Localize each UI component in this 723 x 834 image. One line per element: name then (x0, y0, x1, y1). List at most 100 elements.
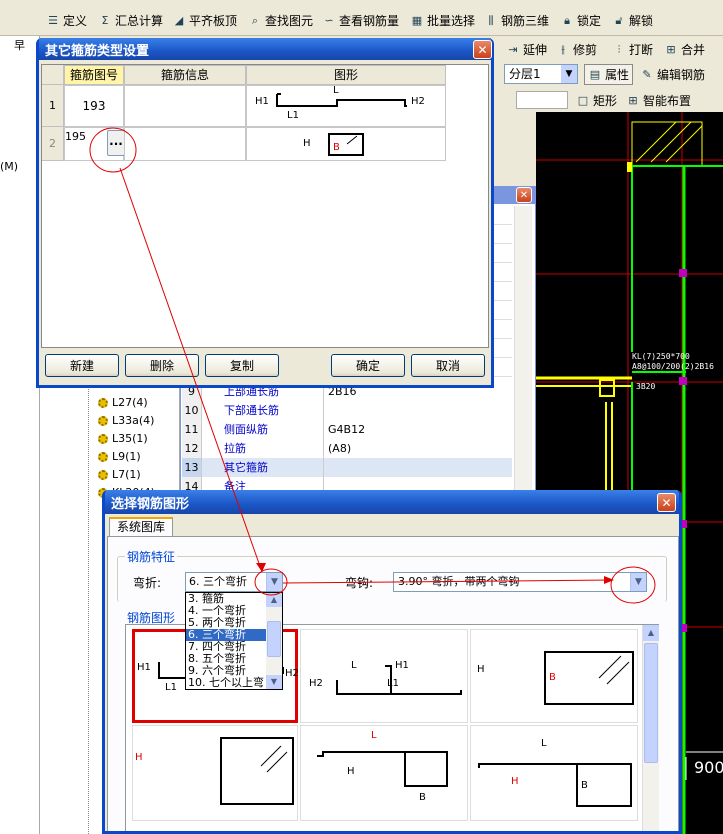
shape-195-drawing (328, 133, 364, 156)
view-rebar-qty-button[interactable]: ∽ 查看钢筋量 (322, 12, 399, 29)
tile-label-h: H (347, 766, 355, 777)
ok-button[interactable]: 确定 (331, 354, 405, 377)
shape-tile[interactable]: L H B (470, 725, 638, 821)
trim-icon: ⫲ (561, 42, 565, 56)
floor-select[interactable]: 分层1 ▼ (504, 64, 578, 84)
tree-item[interactable]: L9(1) (98, 450, 141, 463)
property-row[interactable]: 12 拉筋 (A8) (182, 439, 512, 458)
bend-options-list[interactable]: 3. 箍筋 4. 一个弯折 5. 两个弯折 6. 三个弯折 7. 四个弯折 8.… (185, 592, 283, 690)
bend-select[interactable]: 6. 三个弯折 ▼ (185, 572, 283, 592)
stirrup-info-cell[interactable] (124, 85, 246, 127)
properties-button[interactable]: ▤ 属性 (584, 64, 634, 85)
batch-select-button[interactable]: ▦ 批量选择 (410, 12, 475, 29)
find-element-button[interactable]: ⌕ 查找图元 (248, 12, 313, 29)
shape-tile[interactable]: H2 L H1 L1 (300, 629, 468, 723)
gear-icon (98, 433, 108, 444)
tile-label-h: H (511, 776, 519, 787)
rebar-3d-button[interactable]: ⫼ 钢筋三维 (484, 12, 549, 29)
tree-item[interactable]: L33a(4) (98, 414, 154, 427)
tile-label-l: L (351, 660, 357, 671)
options-scrollbar[interactable]: ▲ ▼ (266, 593, 282, 689)
scroll-down-button[interactable]: ▼ (266, 675, 282, 689)
new-button[interactable]: 新建 (45, 354, 119, 377)
shape-tile-drawing (220, 737, 294, 805)
align-icon: ◢ (174, 13, 184, 27)
tab-system-library[interactable]: 系统图库 (109, 517, 173, 537)
define-button[interactable]: ☰ 定义 (46, 12, 87, 29)
tree-item[interactable]: L35(1) (98, 432, 148, 445)
property-close-button[interactable]: ✕ (516, 187, 532, 203)
tile-label-h2: H2 (309, 678, 323, 689)
left-fragment-text: (M) (0, 160, 19, 173)
bend-label: 弯折: (133, 576, 162, 590)
beam-label-1: KL(7)250*700 (632, 352, 690, 361)
property-row-selected[interactable]: 13 其它箍筋 (182, 458, 512, 477)
pin-label[interactable]: 早 (14, 37, 25, 53)
gear-icon (98, 397, 108, 408)
lock-icon: 🔒︎ (564, 13, 570, 27)
break-button[interactable]: ⫶ 打断 (612, 41, 653, 58)
rebar3d-icon: ⫼ (488, 13, 494, 27)
dimension-text: 900 (694, 758, 723, 777)
ellipsis-button[interactable]: ... (107, 130, 125, 156)
extend-button[interactable]: ⇥ 延伸 (506, 41, 547, 58)
stirrup-shape-cell[interactable]: H B (246, 127, 446, 161)
unlock-icon: 🔓︎ (615, 13, 623, 27)
sigma-icon: Σ (101, 13, 109, 27)
tree-item[interactable]: L7(1) (98, 468, 141, 481)
stirrup-code-cell[interactable]: 193 (64, 85, 124, 127)
trim-button[interactable]: ⫲ 修剪 (556, 41, 597, 58)
property-row[interactable]: 10 下部通长筋 (182, 401, 512, 420)
break-icon: ⫶ (617, 42, 621, 56)
shape-tile[interactable]: H B (470, 629, 638, 723)
stirrup-dialog-close-button[interactable]: ✕ (473, 40, 492, 59)
delete-button[interactable]: 删除 (125, 354, 199, 377)
define-icon: ☰ (48, 13, 58, 27)
find-icon: ⌕ (251, 13, 259, 27)
shape-dialog-titlebar: 选择钢筋图形 (105, 490, 679, 514)
extend-icon: ⇥ (508, 42, 518, 56)
chevron-down-icon[interactable]: ▼ (266, 573, 282, 591)
draw-mode-select[interactable] (516, 91, 568, 109)
edit-rebar-icon: ✎ (642, 67, 652, 81)
shape-label-b: B (333, 142, 340, 153)
scroll-up-button[interactable]: ▲ (266, 593, 282, 607)
shape-193-drawing (276, 93, 407, 107)
stirrup-grid-corner (42, 65, 64, 85)
column-header-shape: 图形 (246, 65, 446, 85)
tile-label-h2: H2 (285, 668, 299, 679)
shape-dialog-close-button[interactable]: ✕ (657, 493, 676, 512)
rect-button[interactable]: □ 矩形 (576, 92, 617, 109)
beam-label-2: A8@100/200(2)2B16 (632, 362, 714, 371)
stirrup-shape-cell[interactable]: H1 L L1 H2 (246, 85, 446, 127)
shape-gallery-scrollbar[interactable]: ▲ (642, 625, 659, 831)
chevron-down-icon[interactable]: ▼ (630, 573, 646, 591)
property-row[interactable]: 11 侧面纵筋 G4B12 (182, 420, 512, 439)
rect-icon: □ (577, 93, 589, 107)
unlock-button[interactable]: 🔓︎ 解锁 (612, 12, 653, 29)
scroll-thumb[interactable] (644, 643, 658, 763)
merge-button[interactable]: ⊞ 合并 (664, 41, 705, 58)
tile-label-b: B (419, 792, 426, 803)
edit-rebar-button[interactable]: ✎ 编辑钢筋 (640, 66, 705, 83)
lock-button[interactable]: 🔒︎ 锁定 (560, 12, 601, 29)
property-scrollbar[interactable] (514, 206, 532, 496)
shape-tile[interactable]: H (132, 725, 298, 821)
shape-tile[interactable]: L H B (300, 725, 468, 821)
tile-label-h: H (477, 664, 485, 675)
stirrup-info-cell[interactable] (124, 127, 246, 161)
sum-calc-button[interactable]: Σ 汇总计算 (98, 12, 164, 29)
shape-label-l1: L1 (287, 110, 299, 121)
tree-item[interactable]: L27(4) (98, 396, 148, 409)
copy-button[interactable]: 复制 (205, 354, 279, 377)
hook-select[interactable]: 3.90° 弯折，带两个弯钩 ▼ (393, 572, 647, 592)
align-slab-button[interactable]: ◢ 平齐板顶 (172, 12, 237, 29)
smart-place-button[interactable]: ⊞ 智能布置 (626, 92, 691, 109)
tile-label-b: B (581, 780, 588, 791)
tree-dotted-line (88, 360, 89, 834)
tile-label-b: B (549, 672, 556, 683)
cancel-button[interactable]: 取消 (411, 354, 485, 377)
scroll-up-button[interactable]: ▲ (643, 625, 659, 641)
scroll-thumb[interactable] (267, 621, 281, 657)
left-panel-strip (0, 36, 40, 834)
